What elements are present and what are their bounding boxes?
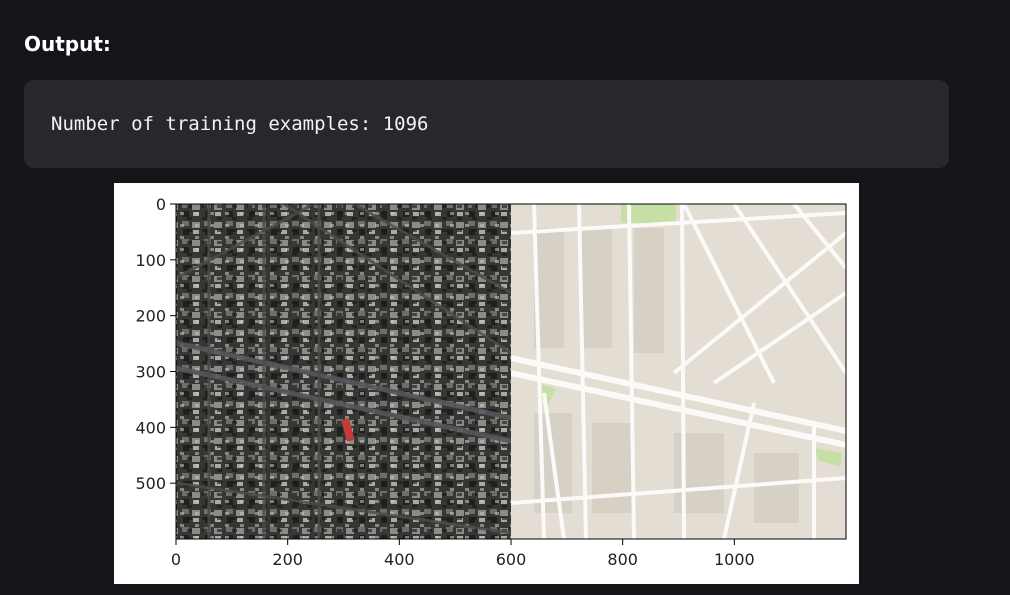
y-tick-label: 200 [135, 307, 166, 326]
output-text: Number of training examples: 1096 [51, 113, 429, 135]
y-axis: 0 100 200 300 400 500 [135, 195, 176, 493]
x-tick-label: 0 [171, 550, 181, 569]
x-tick-label: 200 [272, 550, 303, 569]
y-tick-label: 100 [135, 251, 166, 270]
x-tick-label: 600 [496, 550, 527, 569]
satellite-image [176, 204, 511, 539]
figure: 0 100 200 300 400 500 0 200 400 600 800 1000 [114, 183, 859, 584]
y-tick-label: 300 [135, 363, 166, 382]
y-tick-label: 400 [135, 418, 166, 437]
x-axis: 0 200 400 600 800 1000 [171, 539, 755, 569]
x-tick-label: 1000 [714, 550, 755, 569]
map-image [511, 204, 846, 539]
image-plot: 0 100 200 300 400 500 0 200 400 600 800 1000 [135, 195, 847, 569]
output-box: Number of training examples: 1096 [24, 80, 949, 168]
x-tick-label: 400 [384, 550, 415, 569]
y-tick-label: 0 [156, 195, 166, 214]
x-tick-label: 800 [607, 550, 638, 569]
output-heading: Output: [24, 32, 111, 56]
y-tick-label: 500 [135, 474, 166, 493]
